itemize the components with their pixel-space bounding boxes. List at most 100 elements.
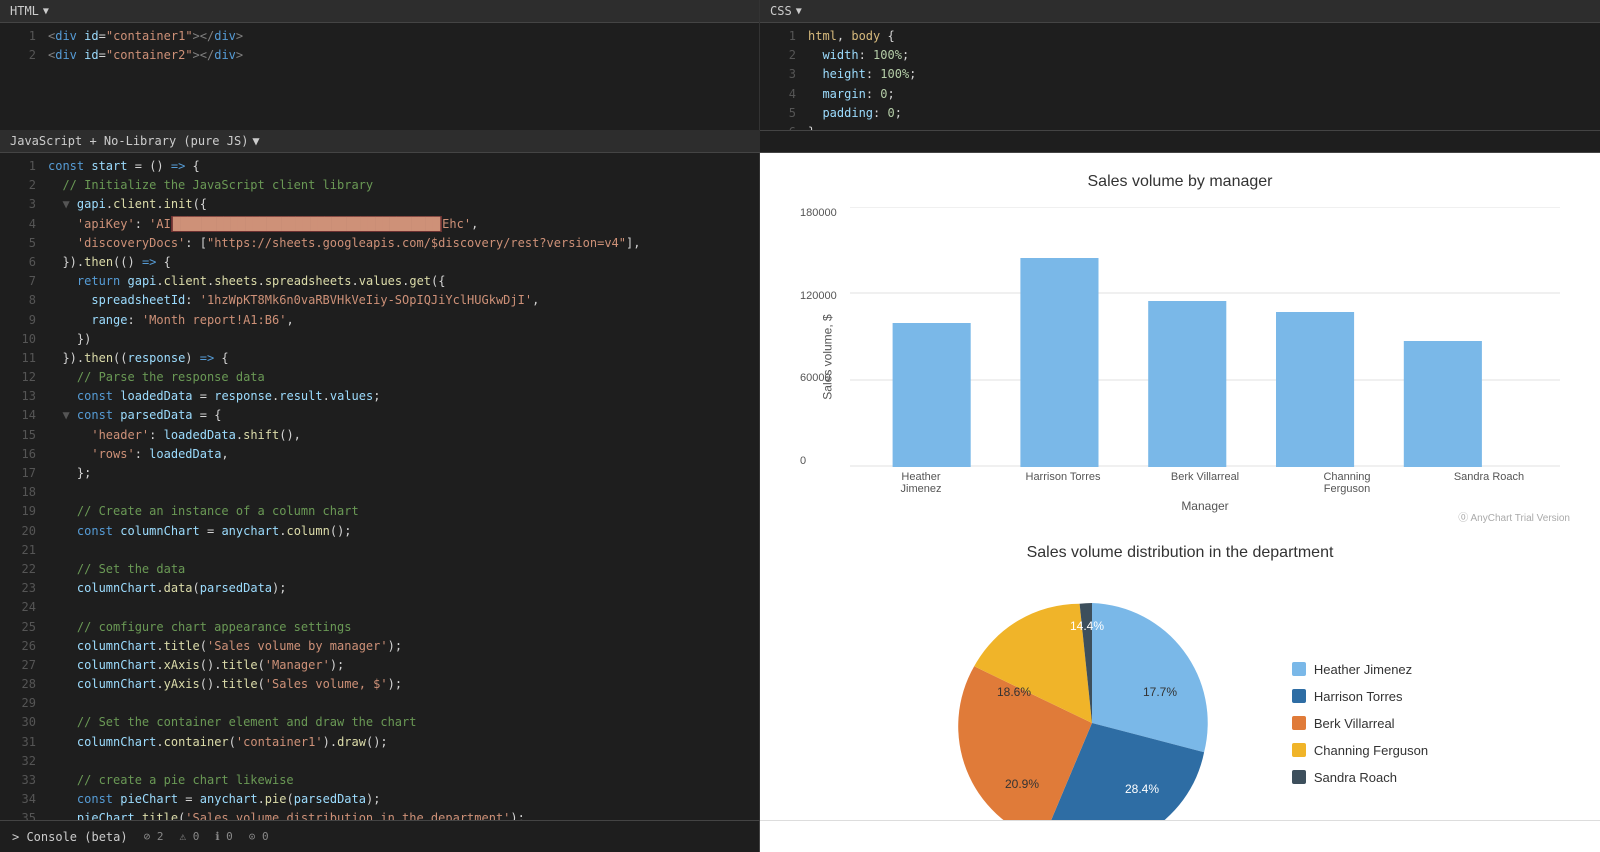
- legend-berk: Berk Villarreal: [1292, 716, 1428, 731]
- js-code-area: 1 const start = () => { 2 // Initialize …: [0, 153, 759, 820]
- js-line-32: 32: [0, 752, 759, 771]
- html-code-area: 1 <div id="container1"></div> 2 <div id=…: [0, 23, 759, 69]
- y-tick-180000: 180000: [800, 207, 837, 219]
- pie-chart-section: Sales volume distribution in the departm…: [760, 534, 1600, 820]
- js-line-16: 16 'rows': loadedData,: [0, 445, 759, 464]
- js-line-27: 27 columnChart.xAxis().title('Manager');: [0, 656, 759, 675]
- css-code-area: 1 html, body { 2 width: 100%; 3 height: …: [760, 23, 1600, 146]
- css-dropdown-arrow[interactable]: ▼: [796, 6, 802, 17]
- legend-label-harrison: Harrison Torres: [1314, 689, 1403, 704]
- console-error-icon: ⊘ 2: [144, 830, 164, 843]
- js-label: JavaScript + No-Library (pure JS): [10, 134, 248, 148]
- charts-panel: Sales volume by manager Sales volume, $ …: [760, 153, 1600, 820]
- legend-harrison: Harrison Torres: [1292, 689, 1428, 704]
- js-line-7: 7 return gapi.client.sheets.spreadsheets…: [0, 272, 759, 291]
- js-line-12: 12 // Parse the response data: [0, 368, 759, 387]
- console-extra-icon: ⊙ 0: [249, 830, 269, 843]
- bar-chart-svg: [850, 207, 1560, 467]
- js-line-4: 4 'apiKey': 'AI█████████████████████████…: [0, 215, 759, 234]
- pie-label-berk: 20.9%: [1005, 777, 1039, 791]
- css-line-3: 3 height: 100%;: [760, 65, 1600, 84]
- css-line-1: 1 html, body {: [760, 27, 1600, 46]
- js-line-8: 8 spreadsheetId: '1hzWpKT8Mk6n0vaRBVHkVe…: [0, 291, 759, 310]
- y-ticks: 180000 120000 60000 0: [800, 207, 837, 467]
- js-line-20: 20 const columnChart = anychart.column()…: [0, 522, 759, 541]
- x-axis-label: Manager: [850, 499, 1560, 513]
- x-label-harrison: Harrison Torres: [1023, 471, 1103, 495]
- js-line-25: 25 // comfigure chart appearance setting…: [0, 618, 759, 637]
- css-panel-header[interactable]: CSS ▼: [760, 0, 1600, 23]
- js-line-29: 29: [0, 694, 759, 713]
- legend-sandra: Sandra Roach: [1292, 770, 1428, 785]
- bar-berk: [1148, 301, 1226, 467]
- legend-label-berk: Berk Villarreal: [1314, 716, 1395, 731]
- bar-channing: [1276, 312, 1354, 467]
- bar-chart-area: Sales volume, $ 180000 120000 60000 0: [850, 207, 1560, 507]
- x-label-heather: Heather Jimenez: [881, 471, 961, 495]
- bar-sandra: [1404, 341, 1482, 467]
- html-panel-header[interactable]: HTML ▼: [0, 0, 759, 23]
- console-warn-icon: ⚠ 0: [179, 830, 199, 843]
- console-bar[interactable]: > Console (beta) ⊘ 2 ⚠ 0 ℹ 0 ⊙ 0: [0, 820, 759, 852]
- js-line-31: 31 columnChart.container('container1').d…: [0, 733, 759, 752]
- js-line-10: 10 }): [0, 330, 759, 349]
- legend-label-heather: Heather Jimenez: [1314, 662, 1412, 677]
- js-line-9: 9 range: 'Month report!A1:B6',: [0, 311, 759, 330]
- html-line-1: 1 <div id="container1"></div>: [0, 27, 759, 46]
- js-line-17: 17 };: [0, 464, 759, 483]
- pie-area: 17.7% 28.4% 20.9% 18.6% 14.4% Heather Ji…: [780, 578, 1580, 820]
- legend-color-heather: [1292, 662, 1306, 676]
- pie-svg-wrapper: 17.7% 28.4% 20.9% 18.6% 14.4%: [932, 578, 1252, 820]
- pie-label-sandra: 14.4%: [1070, 619, 1104, 633]
- legend-color-sandra: [1292, 770, 1306, 784]
- js-dropdown-arrow[interactable]: ▼: [252, 134, 259, 148]
- js-panel-header[interactable]: JavaScript + No-Library (pure JS) ▼: [0, 130, 760, 153]
- js-line-3: 3 ▼ gapi.client.init({: [0, 195, 759, 214]
- js-line-1: 1 const start = () => {: [0, 157, 759, 176]
- js-line-26: 26 columnChart.title('Sales volume by ma…: [0, 637, 759, 656]
- legend-color-channing: [1292, 743, 1306, 757]
- html-panel: HTML ▼ 1 <div id="container1"></div> 2 <…: [0, 0, 760, 130]
- js-line-30: 30 // Set the container element and draw…: [0, 713, 759, 732]
- html-dropdown-arrow[interactable]: ▼: [43, 6, 49, 17]
- legend-heather: Heather Jimenez: [1292, 662, 1428, 677]
- console-info-icon: ℹ 0: [215, 830, 232, 843]
- console-label[interactable]: > Console (beta): [12, 830, 128, 844]
- bottom-area: 1 const start = () => { 2 // Initialize …: [0, 153, 1600, 820]
- js-line-33: 33 // create a pie chart likewise: [0, 771, 759, 790]
- html-line-2: 2 <div id="container2"></div>: [0, 46, 759, 65]
- pie-label-harrison: 28.4%: [1125, 782, 1159, 796]
- css-label: CSS: [770, 4, 792, 18]
- x-label-berk: Berk Villarreal: [1165, 471, 1245, 495]
- bar-chart-container: Sales volume by manager Sales volume, $ …: [760, 153, 1600, 534]
- top-panels: HTML ▼ 1 <div id="container1"></div> 2 <…: [0, 0, 1600, 130]
- legend-label-channing: Channing Ferguson: [1314, 743, 1428, 758]
- pie-label-heather: 17.7%: [1143, 685, 1177, 699]
- js-line-35: 35 pieChart.title('Sales volume distribu…: [0, 809, 759, 820]
- bar-chart-title: Sales volume by manager: [780, 173, 1580, 191]
- js-line-24: 24: [0, 598, 759, 617]
- css-panel: CSS ▼ 1 html, body { 2 width: 100%; 3 he…: [760, 0, 1600, 130]
- css-line-4: 4 margin: 0;: [760, 85, 1600, 104]
- console-section: > Console (beta) ⊘ 2 ⚠ 0 ℹ 0 ⊙ 0: [0, 820, 760, 852]
- legend-label-sandra: Sandra Roach: [1314, 770, 1397, 785]
- html-label: HTML: [10, 4, 39, 18]
- js-panel: 1 const start = () => { 2 // Initialize …: [0, 153, 760, 820]
- js-line-11: 11 }).then((response) => {: [0, 349, 759, 368]
- js-line-13: 13 const loadedData = response.result.va…: [0, 387, 759, 406]
- y-tick-0: 0: [800, 455, 837, 467]
- bar-harrison: [1020, 258, 1098, 467]
- pie-chart-svg: 17.7% 28.4% 20.9% 18.6% 14.4%: [932, 578, 1252, 820]
- js-line-21: 21: [0, 541, 759, 560]
- js-line-14: 14 ▼ const parsedData = {: [0, 406, 759, 425]
- legend-channing: Channing Ferguson: [1292, 743, 1428, 758]
- charts-bottom-bar: [760, 820, 1600, 852]
- css-line-5: 5 padding: 0;: [760, 104, 1600, 123]
- pie-chart-title: Sales volume distribution in the departm…: [780, 544, 1580, 562]
- y-tick-60000: 60000: [800, 372, 837, 384]
- x-labels: Heather Jimenez Harrison Torres Berk Vil…: [850, 471, 1560, 495]
- js-header-row: JavaScript + No-Library (pure JS) ▼: [0, 130, 1600, 153]
- x-label-sandra: Sandra Roach: [1449, 471, 1529, 495]
- y-tick-120000: 120000: [800, 290, 837, 302]
- js-line-34: 34 const pieChart = anychart.pie(parsedD…: [0, 790, 759, 809]
